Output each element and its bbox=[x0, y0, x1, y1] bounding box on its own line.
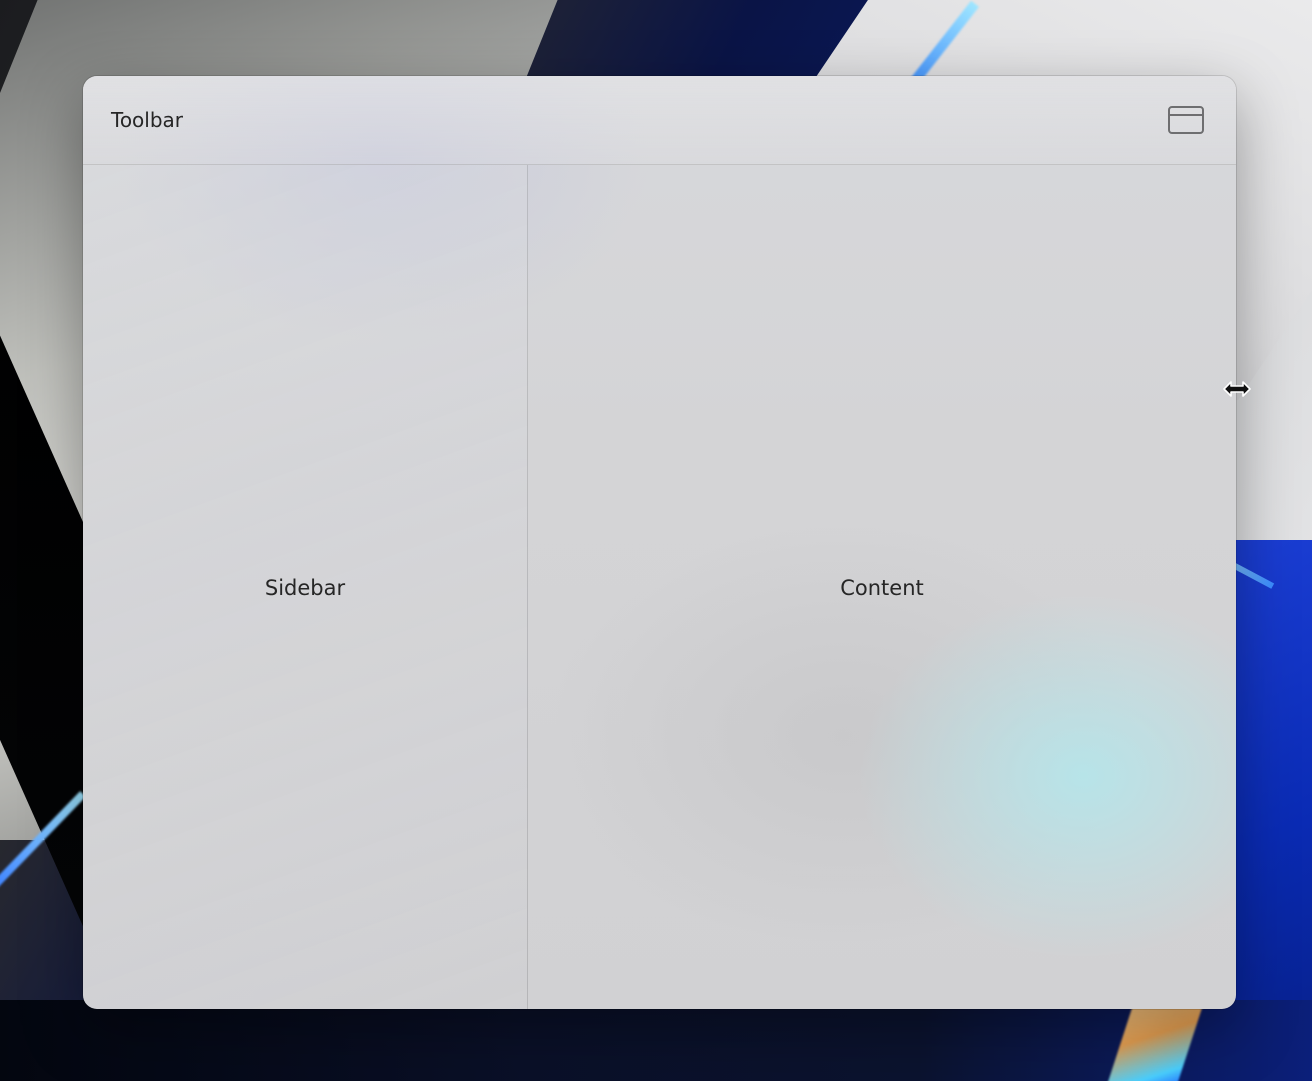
sidebar-pane: Sidebar bbox=[83, 165, 528, 1009]
sidebar-toggle-button[interactable] bbox=[1168, 106, 1204, 134]
sidebar-toggle-icon bbox=[1170, 114, 1202, 116]
content-label: Content bbox=[840, 576, 924, 600]
app-window: Toolbar Sidebar Content bbox=[83, 76, 1236, 1009]
resize-horizontal-cursor-icon bbox=[1223, 381, 1251, 397]
sidebar-label: Sidebar bbox=[264, 576, 346, 600]
content-pane: Content bbox=[528, 165, 1236, 1009]
toolbar: Toolbar bbox=[83, 76, 1236, 165]
toolbar-title: Toolbar bbox=[111, 108, 184, 132]
